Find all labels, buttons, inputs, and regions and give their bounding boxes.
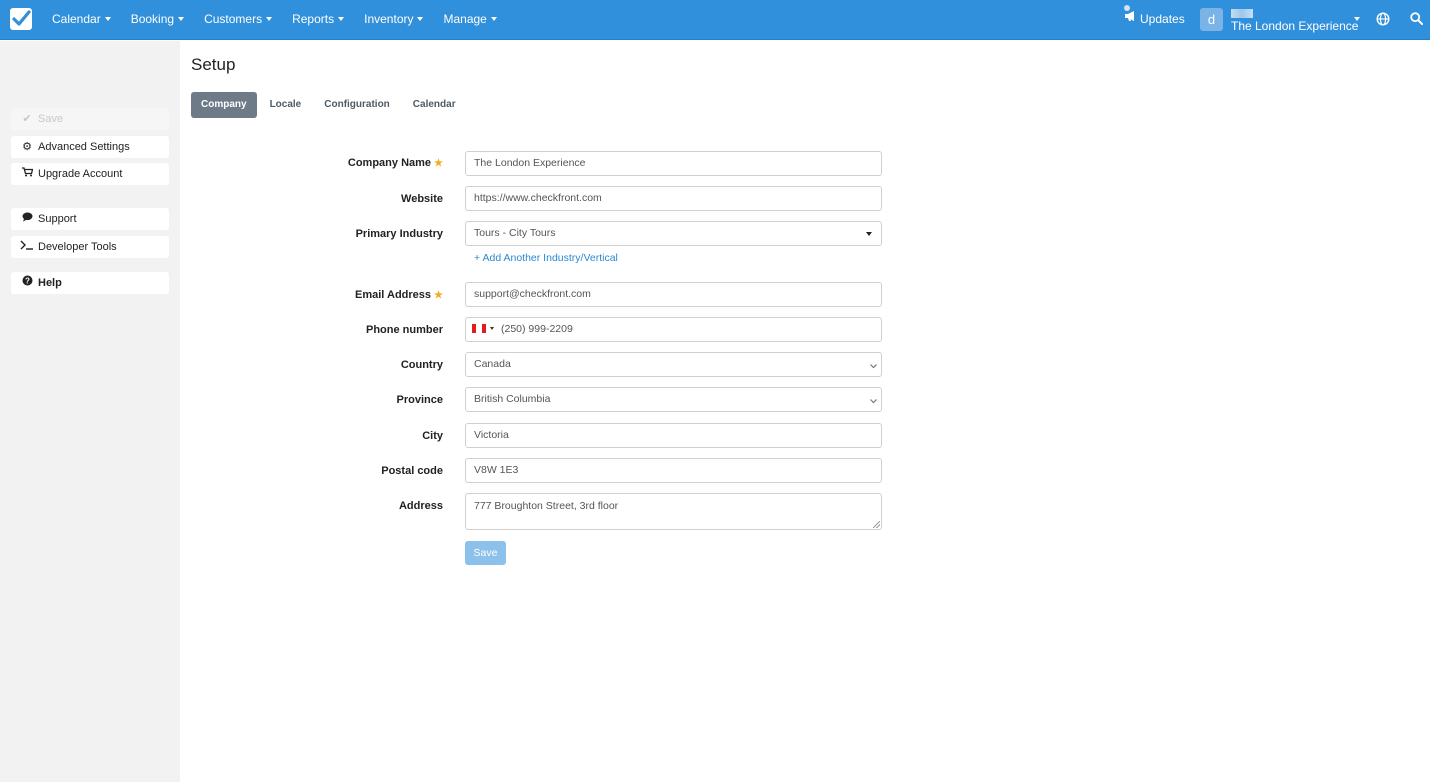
updates-label: Updates xyxy=(1140,12,1185,26)
country-code-selector[interactable] xyxy=(472,318,501,341)
developer-tools-button[interactable]: Developer Tools xyxy=(11,236,169,258)
page-title: Setup xyxy=(191,55,236,74)
caret-down-icon xyxy=(490,16,497,21)
nav-booking-label: Booking xyxy=(130,12,175,26)
company-name-input[interactable]: The London Experience xyxy=(465,151,882,176)
top-navbar: Calendar Booking Customers Reports Inven… xyxy=(0,0,1430,40)
advanced-settings-label: Advanced Settings xyxy=(38,141,130,153)
account-name[interactable]: The London Experience xyxy=(1231,19,1358,33)
sidebar-save-label: Save xyxy=(38,113,64,125)
tab-configuration[interactable]: Configuration xyxy=(314,92,400,118)
support-label: Support xyxy=(38,213,77,225)
primary-industry-select[interactable]: Tours - City Tours xyxy=(465,221,882,246)
nav-booking[interactable]: Booking xyxy=(121,0,194,40)
sidebar: ✔ Save ⚙ Advanced Settings Upgrade Account… xyxy=(0,41,180,782)
comment-icon xyxy=(20,208,34,230)
caret-down-icon xyxy=(178,16,185,21)
province-label: Province xyxy=(396,394,443,406)
country-label: Country xyxy=(400,359,443,371)
email-label: Email Address ★ xyxy=(355,289,443,301)
company-name-label: Company Name ★ xyxy=(348,157,443,169)
required-star-icon: ★ xyxy=(434,290,443,301)
support-button[interactable]: Support xyxy=(11,208,169,230)
updates-button[interactable]: Updates xyxy=(1124,0,1185,40)
caret-down-icon xyxy=(490,326,494,330)
email-label-text: Email Address xyxy=(355,289,432,301)
upgrade-account-label: Upgrade Account xyxy=(38,168,123,180)
city-input[interactable]: Victoria xyxy=(465,423,882,448)
caret-down-icon xyxy=(266,16,273,21)
help-button[interactable]: ? Help xyxy=(11,272,169,294)
search-icon[interactable] xyxy=(1410,12,1423,28)
question-circle-icon: ? xyxy=(20,272,34,294)
sidebar-save-button[interactable]: ✔ Save xyxy=(11,108,169,130)
checkfront-logo-icon[interactable] xyxy=(10,8,32,30)
country-value: Canada xyxy=(474,358,511,370)
nav-inventory[interactable]: Inventory xyxy=(354,0,433,40)
nav-reports-label: Reports xyxy=(292,12,335,26)
city-label: City xyxy=(422,430,443,442)
nav-inventory-label: Inventory xyxy=(364,12,414,26)
globe-icon[interactable] xyxy=(1376,12,1390,29)
main-menu: Calendar Booking Customers Reports Inven… xyxy=(42,0,507,40)
email-input[interactable]: support@checkfront.com xyxy=(465,282,882,307)
phone-value: (250) 999-2209 xyxy=(501,323,573,335)
redacted-username xyxy=(1231,9,1253,18)
shopping-cart-icon xyxy=(20,163,34,185)
caret-down-icon xyxy=(866,232,872,236)
nav-customers-label: Customers xyxy=(204,12,263,26)
caret-down-icon xyxy=(338,16,345,21)
phone-label: Phone number xyxy=(365,324,443,336)
nav-customers[interactable]: Customers xyxy=(194,0,282,40)
chevron-down-icon xyxy=(869,358,878,376)
website-label: Website xyxy=(401,193,443,205)
required-star-icon: ★ xyxy=(434,158,443,169)
tab-locale[interactable]: Locale xyxy=(260,92,312,118)
nav-manage[interactable]: Manage xyxy=(433,0,506,40)
phone-input[interactable]: (250) 999-2209 xyxy=(465,317,882,342)
check-icon: ✔ xyxy=(22,113,32,125)
address-textarea[interactable]: 777 Broughton Street, 3rd floor xyxy=(465,493,882,530)
nav-reports[interactable]: Reports xyxy=(282,0,354,40)
province-value: British Columbia xyxy=(474,393,551,405)
nav-calendar[interactable]: Calendar xyxy=(42,0,121,40)
help-label: Help xyxy=(38,277,62,289)
caret-down-icon xyxy=(417,16,424,21)
primary-industry-label: Primary Industry xyxy=(355,228,443,240)
megaphone-icon xyxy=(1124,0,1137,38)
company-name-label-text: Company Name xyxy=(347,157,432,169)
account-caret-down-icon[interactable] xyxy=(1354,17,1360,21)
website-input[interactable]: https://www.checkfront.com xyxy=(465,186,882,211)
tab-calendar[interactable]: Calendar xyxy=(403,92,466,118)
postal-code-label: Postal code xyxy=(381,465,443,477)
setup-tabs: Company Locale Configuration Calendar xyxy=(191,92,469,118)
postal-code-input[interactable]: V8W 1E3 xyxy=(465,458,882,483)
terminal-icon xyxy=(20,236,34,258)
address-value: 777 Broughton Street, 3rd floor xyxy=(474,500,619,512)
svg-text:?: ? xyxy=(25,276,30,285)
nav-manage-label: Manage xyxy=(443,12,487,26)
developer-tools-label: Developer Tools xyxy=(38,241,117,253)
tab-company[interactable]: Company xyxy=(191,92,257,118)
canada-flag-icon xyxy=(472,323,486,333)
upgrade-account-button[interactable]: Upgrade Account xyxy=(11,163,169,185)
primary-industry-value: Tours - City Tours xyxy=(474,227,556,239)
add-industry-link[interactable]: + Add Another Industry/Vertical xyxy=(474,252,618,264)
avatar[interactable]: d xyxy=(1200,8,1223,31)
province-select[interactable]: British Columbia xyxy=(465,387,882,412)
caret-down-icon xyxy=(104,16,111,21)
save-button[interactable]: Save xyxy=(465,541,506,565)
chevron-down-icon xyxy=(869,393,878,411)
country-select[interactable]: Canada xyxy=(465,352,882,377)
resize-handle-icon[interactable] xyxy=(873,521,880,528)
address-label: Address xyxy=(398,500,443,512)
advanced-settings-button[interactable]: ⚙ Advanced Settings xyxy=(11,136,169,158)
nav-calendar-label: Calendar xyxy=(52,12,101,26)
gears-icon: ⚙ xyxy=(22,141,32,153)
